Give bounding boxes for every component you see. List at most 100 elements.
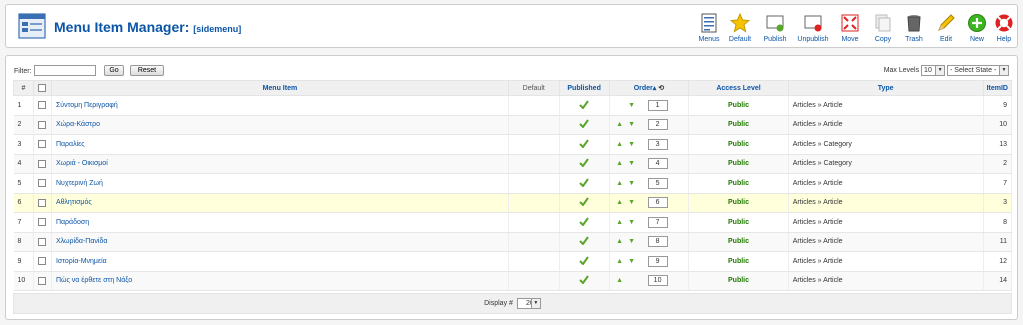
- move-up-icon[interactable]: ▲: [614, 121, 626, 128]
- move-button[interactable]: Move: [833, 13, 867, 43]
- reset-button[interactable]: Reset: [130, 65, 164, 76]
- published-check-icon[interactable]: [579, 119, 589, 129]
- access-level[interactable]: Public: [688, 134, 789, 155]
- order-input[interactable]: 3: [647, 138, 668, 150]
- move-down-icon[interactable]: ▼: [626, 141, 638, 148]
- row-checkbox[interactable]: [38, 140, 47, 149]
- filter-input[interactable]: [34, 65, 96, 76]
- max-levels-select[interactable]: 10 ▼: [921, 65, 946, 76]
- default-button[interactable]: Default: [723, 13, 757, 43]
- access-level[interactable]: Public: [688, 193, 789, 213]
- row-number: 2: [13, 115, 34, 135]
- row-checkbox[interactable]: [38, 101, 47, 110]
- edit-button[interactable]: Edit: [929, 13, 963, 43]
- published-check-icon[interactable]: [579, 197, 589, 207]
- move-up-icon[interactable]: ▲: [614, 180, 626, 187]
- move-up-icon[interactable]: ▲: [614, 238, 626, 245]
- help-button[interactable]: Help: [991, 13, 1017, 43]
- row-checkbox[interactable]: [38, 159, 47, 168]
- display-count-select[interactable]: 20 ▼: [516, 297, 541, 309]
- access-level[interactable]: Public: [688, 154, 789, 174]
- move-up-icon[interactable]: ▲: [614, 258, 626, 265]
- move-down-icon[interactable]: ▼: [626, 180, 638, 187]
- go-button[interactable]: Go: [104, 65, 124, 76]
- move-down-icon[interactable]: ▼: [626, 121, 638, 128]
- move-up-icon[interactable]: ▲: [614, 219, 626, 226]
- published-check-icon[interactable]: [579, 217, 589, 227]
- select-all-checkbox[interactable]: [38, 84, 47, 92]
- move-down-icon[interactable]: ▼: [626, 199, 638, 206]
- copy-button[interactable]: Copy: [866, 13, 900, 43]
- move-up-icon[interactable]: ▲: [614, 141, 626, 148]
- table-row: 3 Παραλίες ▲ ▼ 3 Public Articles » Category 13: [13, 134, 1013, 155]
- row-checkbox[interactable]: [38, 276, 47, 285]
- access-level[interactable]: Public: [688, 271, 789, 291]
- access-level[interactable]: Public: [688, 212, 789, 233]
- published-check-icon[interactable]: [579, 178, 589, 188]
- row-checkbox[interactable]: [38, 237, 47, 246]
- type-cell: Articles » Category: [788, 134, 984, 155]
- order-input[interactable]: 2: [647, 119, 668, 131]
- row-checkbox[interactable]: [38, 257, 47, 266]
- order-input[interactable]: 5: [647, 177, 668, 189]
- menus-button[interactable]: Menus: [692, 13, 726, 43]
- move-up-icon[interactable]: ▲: [614, 160, 626, 167]
- menu-item-link[interactable]: Ιστορία-Μνημεία: [56, 258, 107, 265]
- published-check-icon[interactable]: [579, 100, 589, 110]
- access-level[interactable]: Public: [688, 173, 789, 194]
- col-access-level[interactable]: Access Level: [688, 80, 789, 96]
- menu-item-link[interactable]: Πώς να έρθετε στη Νάξο: [56, 277, 132, 284]
- menu-item-link[interactable]: Σύντομη Περιγραφή: [56, 102, 118, 109]
- row-checkbox[interactable]: [38, 120, 47, 129]
- trash-button[interactable]: Trash: [897, 13, 931, 43]
- table-row: 6 Αθλητισμός ▲ ▼ 6 Public Articles » Article 3: [13, 193, 1013, 213]
- order-input[interactable]: 1: [647, 99, 668, 111]
- menu-item-link[interactable]: Νυχτερινή Ζωή: [56, 180, 103, 187]
- chevron-down-icon: ▼: [999, 66, 1008, 75]
- publish-button[interactable]: Publish: [758, 13, 792, 43]
- move-up-icon[interactable]: ▲: [614, 199, 626, 206]
- order-input[interactable]: 7: [647, 216, 668, 228]
- col-published[interactable]: Published: [558, 80, 610, 96]
- access-level[interactable]: Public: [688, 95, 789, 116]
- order-input[interactable]: 8: [647, 236, 668, 248]
- row-number: 7: [13, 212, 34, 233]
- col-itemid[interactable]: ItemID: [982, 80, 1013, 96]
- row-checkbox[interactable]: [38, 218, 47, 227]
- unpublish-button[interactable]: Unpublish: [796, 13, 830, 43]
- published-check-icon[interactable]: [579, 158, 589, 168]
- move-down-icon[interactable]: ▼: [626, 258, 638, 265]
- menu-item-link[interactable]: Αθλητισμός: [56, 199, 92, 206]
- page-title: Menu Item Manager: [sidemenu]: [54, 19, 242, 35]
- published-check-icon[interactable]: [579, 275, 589, 285]
- move-down-icon[interactable]: ▼: [626, 219, 638, 226]
- order-input[interactable]: 9: [647, 255, 668, 267]
- col-menu-item[interactable]: Menu Item: [50, 80, 509, 96]
- new-button[interactable]: New: [960, 13, 994, 43]
- order-input[interactable]: 10: [647, 275, 668, 287]
- move-down-icon[interactable]: ▼: [626, 160, 638, 167]
- col-type[interactable]: Type: [787, 80, 984, 96]
- menu-item-link[interactable]: Χώρα-Κάστρο: [56, 121, 100, 128]
- row-checkbox[interactable]: [38, 179, 47, 188]
- row-checkbox[interactable]: [38, 198, 47, 207]
- save-order-icon[interactable]: ⟲: [658, 85, 664, 92]
- published-check-icon[interactable]: [579, 139, 589, 149]
- menu-item-link[interactable]: Χωριά - Οικισμοί: [56, 160, 108, 167]
- published-check-icon[interactable]: [579, 236, 589, 246]
- move-up-icon[interactable]: ▲: [614, 277, 626, 284]
- menu-item-link[interactable]: Παράδοση: [56, 219, 89, 226]
- menu-item-link[interactable]: Παραλίες: [56, 141, 85, 148]
- state-select[interactable]: - Select State - ▼: [947, 65, 1009, 76]
- access-level[interactable]: Public: [688, 251, 789, 272]
- order-input[interactable]: 6: [647, 197, 668, 209]
- row-number: 10: [13, 271, 34, 291]
- published-check-icon[interactable]: [579, 256, 589, 266]
- move-down-icon[interactable]: ▼: [626, 238, 638, 245]
- move-down-icon[interactable]: ▼: [626, 102, 638, 109]
- access-level[interactable]: Public: [688, 115, 789, 135]
- col-order[interactable]: Order▴ ⟲: [608, 80, 690, 96]
- order-input[interactable]: 4: [647, 158, 668, 170]
- menu-item-link[interactable]: Χλωρίδα-Πανίδα: [56, 238, 107, 245]
- access-level[interactable]: Public: [688, 232, 789, 252]
